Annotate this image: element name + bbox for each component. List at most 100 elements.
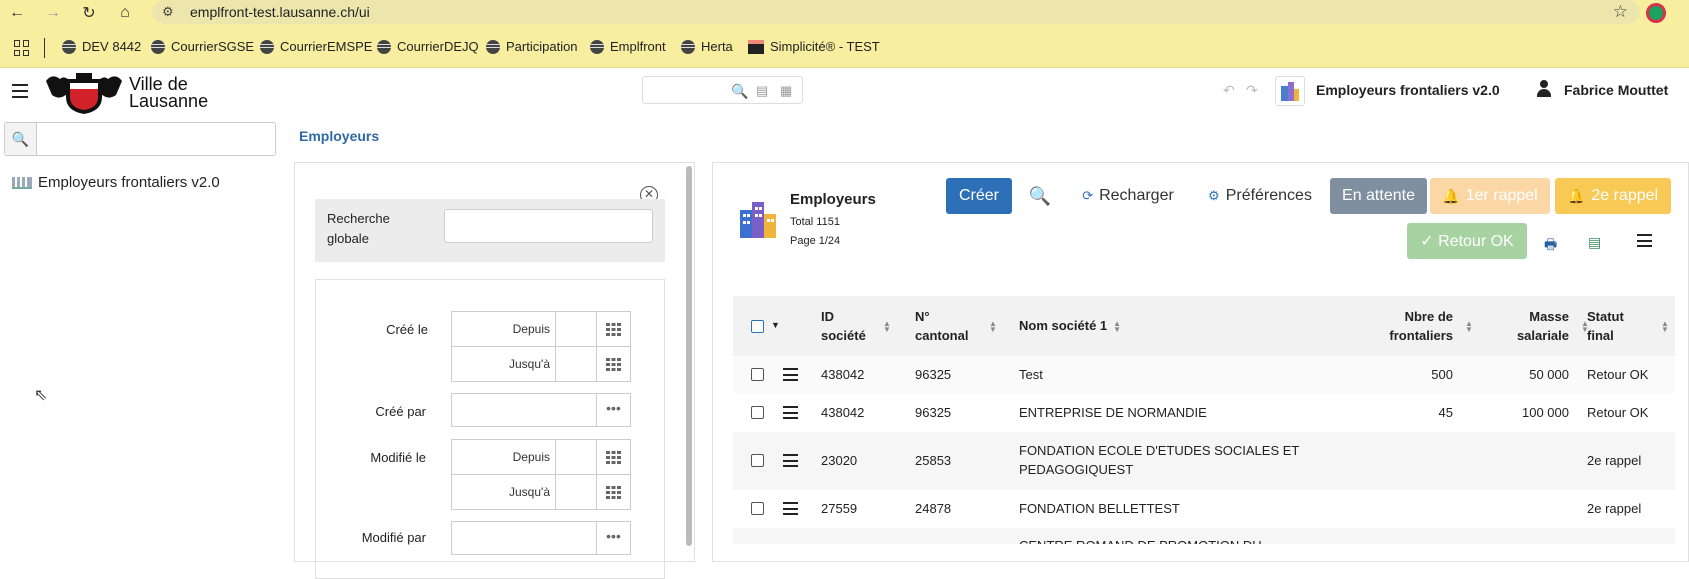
- col-id[interactable]: ID société ▲ ▼: [821, 307, 891, 345]
- more-icon[interactable]: •••: [596, 394, 630, 426]
- col-name[interactable]: Nom société 1 ▲ ▼: [1019, 316, 1121, 335]
- row-checkbox[interactable]: [751, 406, 764, 419]
- search-icon[interactable]: 🔍: [731, 83, 748, 100]
- user-name[interactable]: Fabrice Mouttet: [1564, 82, 1668, 98]
- col-canton[interactable]: N° cantonal ▲ ▼: [915, 307, 997, 345]
- breadcrumb[interactable]: Employeurs: [299, 128, 379, 144]
- col-label: Nom société 1: [1019, 318, 1108, 333]
- col-status[interactable]: Statut final ▲ ▼: [1587, 307, 1669, 345]
- created-to-field[interactable]: Jusqu'à: [451, 346, 631, 382]
- redo-icon[interactable]: ↷: [1246, 82, 1258, 99]
- calendar-icon[interactable]: [596, 440, 630, 474]
- col-label: final: [1587, 328, 1614, 343]
- col-label: Nbre de: [1404, 309, 1453, 324]
- card-view-icon[interactable]: ▤: [756, 83, 768, 99]
- print-icon[interactable]: 🖶: [1544, 234, 1557, 258]
- row-checkbox[interactable]: [751, 502, 764, 515]
- global-search-input[interactable]: [444, 209, 653, 243]
- header-search-input[interactable]: 🔍 ▤ ▦: [642, 76, 803, 104]
- reload-icon[interactable]: ↻: [78, 2, 100, 24]
- preferences-button[interactable]: ⚙ Préférences: [1204, 178, 1316, 214]
- cell-canton: 24878: [915, 501, 952, 516]
- grid-view-icon[interactable]: ▦: [780, 83, 792, 99]
- sort-icon[interactable]: ▲ ▼: [1465, 320, 1473, 334]
- bookmark-label: Emplfront: [610, 39, 666, 54]
- bell-icon: 🔔: [1442, 187, 1460, 204]
- bookmark-item[interactable]: CourrierEMSPE: [260, 39, 372, 54]
- table-row[interactable]: 27559 24878 FONDATION BELLETTEST 2e rapp…: [733, 490, 1675, 528]
- list-page: Page 1/24: [790, 235, 841, 247]
- cell-id: 27559: [821, 501, 858, 516]
- select-all-checkbox[interactable]: [751, 320, 764, 333]
- pending-button[interactable]: En attente: [1330, 178, 1427, 214]
- bookmark-star-icon[interactable]: ☆: [1613, 2, 1628, 22]
- row-menu-icon[interactable]: [783, 502, 798, 515]
- scrollbar[interactable]: [686, 166, 692, 546]
- table-row[interactable]: 438042 96325 ENTREPRISE DE NORMANDIE 45 …: [733, 394, 1675, 432]
- sort-icon[interactable]: ▲ ▼: [1113, 319, 1121, 333]
- table-row[interactable]: 23020 25853 FONDATION ECOLE D'ETUDES SOC…: [733, 432, 1675, 490]
- placeholder: Jusqu'à: [509, 485, 550, 499]
- row-checkbox[interactable]: [751, 454, 764, 467]
- sort-icon[interactable]: ▲ ▼: [883, 320, 891, 334]
- row-checkbox[interactable]: [751, 368, 764, 381]
- sidebar-item-label: Employeurs frontaliers v2.0: [38, 174, 220, 191]
- back-icon[interactable]: ←: [6, 2, 28, 24]
- site-settings-icon[interactable]: ⚙: [162, 4, 180, 20]
- search-icon[interactable]: 🔍: [1028, 178, 1052, 214]
- return-ok-button[interactable]: ✓ Retour OK: [1407, 223, 1527, 259]
- forward-icon[interactable]: →: [42, 2, 64, 24]
- bookmark-item[interactable]: CourrierSGSE: [151, 39, 254, 54]
- bookmark-label: CourrierEMSPE: [280, 39, 373, 54]
- table-row[interactable]: 438042 96325 Test 500 50 000 Retour OK: [733, 356, 1675, 394]
- bookmark-item[interactable]: DEV 8442: [62, 39, 141, 54]
- calendar-icon[interactable]: [596, 475, 630, 509]
- export-icon[interactable]: ▤: [1588, 234, 1601, 251]
- reminder2-button[interactable]: 🔔 2e rappel: [1555, 178, 1671, 214]
- cell-status: Retour OK: [1587, 405, 1649, 420]
- sidebar-search[interactable]: 🔍: [4, 122, 276, 156]
- bookmark-item[interactable]: Herta: [681, 39, 733, 54]
- row-menu-icon[interactable]: [783, 454, 798, 467]
- created-by-field[interactable]: •••: [451, 393, 631, 427]
- table-row[interactable]: CENTRE ROMAND DE PROMOTION DU: [733, 528, 1675, 544]
- bookmark-item[interactable]: Emplfront: [590, 39, 666, 54]
- row-menu-icon[interactable]: [783, 368, 798, 381]
- menu-toggle-icon[interactable]: [12, 84, 28, 98]
- more-icon[interactable]: •••: [596, 522, 630, 554]
- sort-icon[interactable]: ▲ ▼: [1661, 320, 1669, 334]
- sort-icon[interactable]: ▲ ▼: [989, 320, 997, 334]
- home-icon[interactable]: ⌂: [114, 2, 136, 24]
- bookmark-item[interactable]: Simplicité® - TEST: [748, 39, 880, 54]
- calendar-icon[interactable]: [596, 312, 630, 346]
- buildings-icon[interactable]: [1275, 76, 1305, 106]
- chevron-down-icon[interactable]: ▼: [771, 320, 780, 330]
- cell-mass: 100 000: [1522, 405, 1569, 420]
- profile-avatar[interactable]: [1646, 3, 1666, 23]
- created-from-field[interactable]: Depuis: [451, 311, 631, 347]
- bookmark-item[interactable]: Participation: [486, 39, 578, 54]
- sidebar-item-employeurs-frontaliers[interactable]: Employeurs frontaliers v2.0: [12, 174, 220, 191]
- more-menu-icon[interactable]: [1637, 234, 1652, 247]
- building-icon: [12, 176, 32, 189]
- search-icon[interactable]: 🔍: [5, 123, 37, 155]
- cell-name-line: FONDATION ECOLE D'ETUDES SOCIALES ET: [1019, 443, 1300, 458]
- placeholder: Jusqu'à: [509, 357, 550, 371]
- undo-icon[interactable]: ↶: [1223, 82, 1235, 99]
- modified-by-field[interactable]: •••: [451, 521, 631, 555]
- col-count[interactable]: Nbre de frontaliers ▲ ▼: [1363, 307, 1473, 345]
- apps-icon[interactable]: [14, 40, 30, 56]
- reminder1-button[interactable]: 🔔 1er rappel: [1430, 178, 1550, 214]
- reload-button[interactable]: ⟳ Recharger: [1076, 178, 1180, 214]
- calendar-icon[interactable]: [596, 347, 630, 381]
- create-button[interactable]: Créer: [946, 178, 1012, 214]
- row-menu-icon[interactable]: [783, 406, 798, 419]
- list-total: Total 1151: [790, 216, 840, 228]
- modified-to-field[interactable]: Jusqu'à: [451, 474, 631, 510]
- user-icon[interactable]: [1537, 80, 1551, 98]
- cell-count: 45: [1438, 405, 1453, 420]
- address-bar[interactable]: ⚙ emplfront-test.lausanne.ch/ui ☆: [152, 0, 1640, 24]
- col-mass[interactable]: Masse salariale ▲ ▼: [1479, 307, 1589, 345]
- bookmark-item[interactable]: CourrierDEJQ: [377, 39, 479, 54]
- modified-from-field[interactable]: Depuis: [451, 439, 631, 475]
